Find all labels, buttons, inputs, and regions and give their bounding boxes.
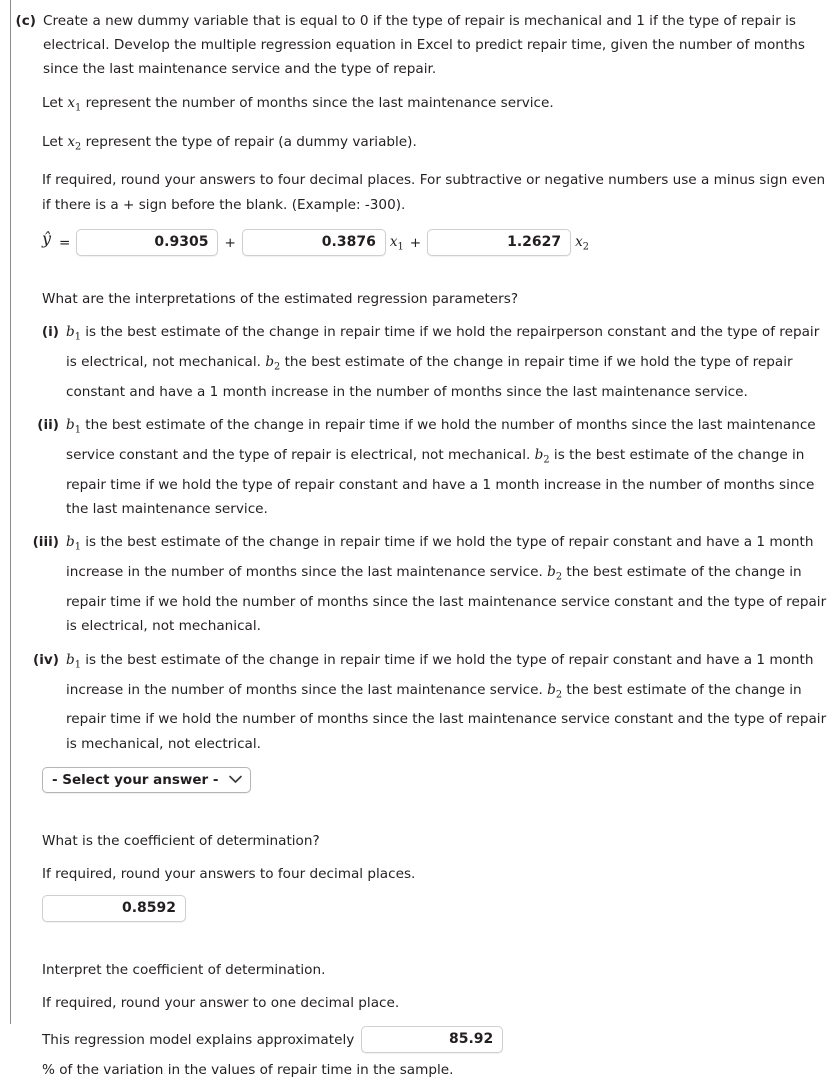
interpret-determination-sentence: This regression model explains approxima… <box>42 1025 833 1085</box>
let-x2-prefix: Let <box>42 133 64 150</box>
b2-coefficient-input[interactable]: 1.2627 <box>427 229 572 257</box>
x1-term-label: x1 <box>389 233 404 253</box>
question-page: (c) Create a new dummy variable that is … <box>0 0 833 1085</box>
variation-percent-input[interactable]: 85.92 <box>361 1026 504 1054</box>
interpretation-option-iv[interactable]: (iv) b1 is the best estimate of the chan… <box>0 648 833 756</box>
b2-symbol: b2 <box>547 681 563 701</box>
sentence-suffix: % of the variation in the values of repa… <box>42 1061 454 1078</box>
b1-symbol: b1 <box>66 651 81 671</box>
rounding-note-c: If required, round your answers to four … <box>42 172 826 213</box>
regression-equation: ŷ = 0.9305 + 0.3876 x1 + 1.2627 x2 <box>42 226 833 260</box>
b1-coefficient-input[interactable]: 0.3876 <box>241 229 386 257</box>
let-x1-line: Let x1 represent the number of months si… <box>42 91 833 121</box>
x2-symbol: x2 <box>67 133 82 153</box>
question-marker: (c) <box>15 13 36 29</box>
b1-symbol: b1 <box>66 324 81 343</box>
equals-sign: = <box>59 234 71 251</box>
interpret-determination-rounding-note: If required, round your answer to one de… <box>42 995 400 1012</box>
x1-symbol: x1 <box>67 94 82 114</box>
b2-symbol: b2 <box>534 447 550 466</box>
option-text-iii: b1 is the best estimate of the change in… <box>59 530 833 638</box>
b1-symbol: b1 <box>66 417 81 436</box>
determination-rounding-note: If required, round your answers to four … <box>42 866 416 883</box>
question-prompt: Create a new dummy variable that is equa… <box>43 13 805 78</box>
determination-answer-wrapper: 0.8592 <box>42 895 833 923</box>
option-marker-iii: (iii) <box>32 534 59 551</box>
b2-symbol: b2 <box>265 353 281 373</box>
interpretation-option-i[interactable]: (i) b1 is the best estimate of the chang… <box>0 320 833 404</box>
plus-sign-2: + <box>409 234 422 251</box>
answer-select-wrapper: - Select your answer - <box>42 766 833 793</box>
select-placeholder-label: - Select your answer - <box>52 771 219 788</box>
b1-symbol: b1 <box>66 534 81 554</box>
option-marker-iv: (iv) <box>33 651 59 668</box>
y-hat-symbol: ŷ <box>42 229 52 249</box>
let-x1-prefix: Let <box>42 94 64 111</box>
chevron-down-icon <box>229 775 242 784</box>
let-x2-text: represent the type of repair (a dummy va… <box>85 133 417 150</box>
plus-sign-1: + <box>224 234 236 251</box>
option-text-iv: b1 is the best estimate of the change in… <box>59 648 833 756</box>
coefficient-of-determination-input[interactable]: 0.8592 <box>42 895 186 923</box>
option-marker-ii: (ii) <box>37 417 59 434</box>
intercept-input[interactable]: 0.9305 <box>76 229 219 257</box>
interpretation-option-iii[interactable]: (iii) b1 is the best estimate of the cha… <box>0 530 833 638</box>
let-x1-text: represent the number of months since the… <box>85 94 554 111</box>
x2-term-label: x2 <box>575 233 590 253</box>
question-part-c: (c) Create a new dummy variable that is … <box>0 9 833 82</box>
sentence-prefix: This regression model explains approxima… <box>42 1031 355 1048</box>
interpretation-answer-select[interactable]: - Select your answer - <box>42 766 251 793</box>
option-text-i: b1 is the best estimate of the change in… <box>59 320 833 404</box>
let-x2-line: Let x2 represent the type of repair (a d… <box>42 130 833 160</box>
option-text-ii: b1 the best estimate of the change in re… <box>59 413 833 521</box>
interpret-determination-prompt: Interpret the coefficient of determinati… <box>42 962 326 979</box>
determination-prompt: What is the coefficient of determination… <box>42 832 320 849</box>
option-marker-i: (i) <box>41 324 59 341</box>
interpretation-prompt: What are the interpretations of the esti… <box>42 290 519 307</box>
b2-symbol: b2 <box>547 564 563 583</box>
interpretation-option-ii[interactable]: (ii) b1 the best estimate of the change … <box>0 413 833 521</box>
